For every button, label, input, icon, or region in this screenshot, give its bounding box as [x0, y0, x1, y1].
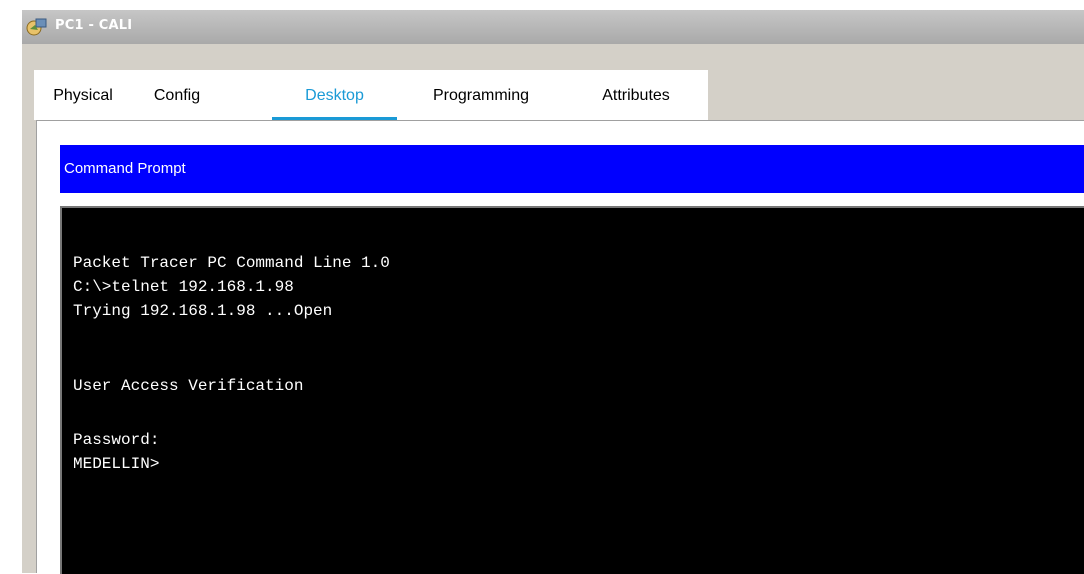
terminal-line: Trying 192.168.1.98 ...Open — [73, 302, 333, 320]
terminal-output[interactable]: Packet Tracer PC Command Line 1.0 C:\>te… — [60, 206, 1084, 574]
tab-label: Physical — [53, 87, 113, 104]
desktop-panel: Command Prompt Packet Tracer PC Command … — [36, 120, 1084, 574]
tab-desktop[interactable]: Desktop — [272, 70, 397, 120]
window-title: PC1 - CALI — [55, 18, 133, 33]
tab-label: Attributes — [602, 87, 670, 104]
tab-config[interactable]: Config — [142, 70, 212, 120]
terminal-line: Password: — [73, 431, 160, 449]
pc-app-icon — [26, 18, 47, 36]
tab-programming[interactable]: Programming — [416, 70, 546, 120]
tab-label: Desktop — [305, 87, 364, 104]
terminal-line: User Access Verification — [73, 377, 304, 395]
device-window: Physical Config Desktop Programming Attr… — [22, 44, 1084, 574]
terminal-line: Packet Tracer PC Command Line 1.0 — [73, 254, 390, 272]
tab-label: Programming — [432, 87, 530, 104]
tab-attributes[interactable]: Attributes — [586, 70, 686, 120]
terminal-line: C:\>telnet 192.168.1.98 — [73, 278, 294, 296]
tab-strip: Physical Config Desktop Programming Attr… — [34, 70, 708, 120]
command-prompt-title: Command Prompt — [64, 160, 186, 177]
tab-physical[interactable]: Physical — [45, 70, 121, 120]
title-bar[interactable]: PC1 - CALI — [22, 10, 1084, 44]
tab-label: Config — [153, 87, 201, 104]
terminal-prompt-line: MEDELLIN> — [73, 455, 160, 473]
command-prompt-header: Command Prompt — [60, 145, 1084, 193]
